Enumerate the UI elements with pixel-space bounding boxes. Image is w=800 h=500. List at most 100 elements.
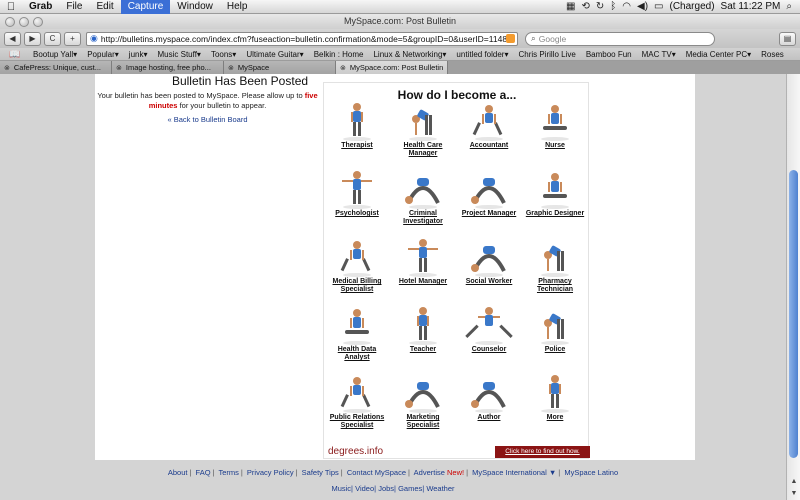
search-field[interactable]: ⌕ Google xyxy=(525,31,715,46)
footer-link-international[interactable]: MySpace International ▼ xyxy=(472,468,556,477)
bookmark-item[interactable]: Ultimate Guitar▾ xyxy=(241,50,308,59)
bookmark-item[interactable]: untitled folder▾ xyxy=(451,50,513,59)
rss-icon[interactable] xyxy=(506,34,515,43)
career-label[interactable]: Counselor xyxy=(457,346,521,354)
career-psychologist[interactable]: Psychologist xyxy=(325,167,389,218)
career-social-worker[interactable]: Social Worker xyxy=(457,235,521,286)
bookmark-item[interactable]: Toons▾ xyxy=(206,50,241,59)
bookmark-item[interactable]: Popular▾ xyxy=(82,50,124,59)
bookmark-item[interactable]: Linux & Networking▾ xyxy=(368,50,451,59)
menu-help[interactable]: Help xyxy=(220,0,255,14)
career-label[interactable]: Health Data Analyst xyxy=(325,346,389,362)
footer-link-music[interactable]: Music xyxy=(331,484,351,493)
bookmark-item[interactable]: Bamboo Fun xyxy=(581,50,637,59)
bluetooth-icon[interactable]: ᛒ xyxy=(610,1,616,12)
footer-link-about[interactable]: About xyxy=(168,468,188,477)
career-label[interactable]: Public Relations Specialist xyxy=(325,414,389,430)
timemachine-icon[interactable]: ⟲ xyxy=(582,1,590,12)
career-label[interactable]: Graphic Designer xyxy=(523,210,587,218)
ad-brand-logo[interactable]: degrees.info xyxy=(328,446,383,457)
scroll-up-arrow-icon[interactable]: ▲ xyxy=(787,476,800,488)
bookmark-item[interactable]: Chris Pirillo Live xyxy=(513,50,580,59)
career-project-manager[interactable]: Project Manager xyxy=(457,167,521,218)
career-health-data-analyst[interactable]: Health Data Analyst xyxy=(325,303,389,362)
scroll-down-arrow-icon[interactable]: ▼ xyxy=(787,488,800,500)
footer-link-terms[interactable]: Terms xyxy=(218,468,238,477)
add-bookmark-button[interactable]: + xyxy=(64,31,81,46)
footer-link-contact[interactable]: Contact MySpace xyxy=(347,468,406,477)
career-health-care-manager[interactable]: Health Care Manager xyxy=(391,99,455,158)
footer-link-weather[interactable]: Weather xyxy=(426,484,454,493)
sync-icon[interactable]: ↻ xyxy=(596,1,604,12)
bookmarks-book-icon[interactable]: 📖 xyxy=(8,49,22,60)
footer-link-games[interactable]: Games xyxy=(398,484,422,493)
career-more[interactable]: More xyxy=(523,371,587,422)
bookmark-item[interactable]: junk▾ xyxy=(124,50,153,59)
menu-window[interactable]: Window xyxy=(170,0,220,14)
career-label[interactable]: Medical Billing Specialist xyxy=(325,278,389,294)
menu-capture[interactable]: Capture xyxy=(120,0,171,14)
footer-link-safety[interactable]: Safety Tips xyxy=(302,468,339,477)
career-therapist[interactable]: Therapist xyxy=(325,99,389,150)
career-label[interactable]: Social Worker xyxy=(457,278,521,286)
vertical-scrollbar[interactable]: ▲ ▼ xyxy=(786,74,800,500)
career-label[interactable]: Project Manager xyxy=(457,210,521,218)
apple-menu-icon[interactable]:  xyxy=(0,1,22,13)
career-hotel-manager[interactable]: Hotel Manager xyxy=(391,235,455,286)
career-marketing-specialist[interactable]: Marketing Specialist xyxy=(391,371,455,430)
clock[interactable]: Sat 11:22 PM xyxy=(721,1,781,12)
career-criminal-investigator[interactable]: Criminal Investigator xyxy=(391,167,455,226)
menu-file[interactable]: File xyxy=(59,0,89,14)
tab-myspace[interactable]: ⊗ MySpace xyxy=(224,61,336,74)
footer-link-faq[interactable]: FAQ xyxy=(196,468,211,477)
menu-edit[interactable]: Edit xyxy=(89,0,120,14)
career-label[interactable]: Criminal Investigator xyxy=(391,210,455,226)
volume-icon[interactable]: ◀) xyxy=(637,1,648,12)
career-label[interactable]: Nurse xyxy=(523,142,587,150)
career-label[interactable]: Pharmacy Technician xyxy=(523,278,587,294)
menu-app-name[interactable]: Grab xyxy=(22,0,59,14)
career-nurse[interactable]: Nurse xyxy=(523,99,587,150)
career-label[interactable]: Psychologist xyxy=(325,210,389,218)
career-label[interactable]: Therapist xyxy=(325,142,389,150)
career-graphic-designer[interactable]: Graphic Designer xyxy=(523,167,587,218)
bookmark-item[interactable]: Media Center PC▾ xyxy=(681,50,756,59)
career-label[interactable]: Teacher xyxy=(391,346,455,354)
bookmark-item[interactable]: MAC TV▾ xyxy=(637,50,681,59)
footer-link-privacy[interactable]: Privacy Policy xyxy=(247,468,294,477)
career-police[interactable]: Police xyxy=(523,303,587,354)
close-tab-icon[interactable]: ⊗ xyxy=(340,64,346,72)
career-label[interactable]: Author xyxy=(457,414,521,422)
ad-cta-button[interactable]: Click here to find out how. xyxy=(495,446,590,458)
career-public-relations-specialist[interactable]: Public Relations Specialist xyxy=(325,371,389,430)
bookmark-item[interactable]: Roses xyxy=(756,50,789,59)
back-button[interactable]: ◀ xyxy=(4,31,21,46)
forward-button[interactable]: ▶ xyxy=(24,31,41,46)
footer-link-advertise[interactable]: Advertise xyxy=(414,468,445,477)
career-pharmacy-technician[interactable]: Pharmacy Technician xyxy=(523,235,587,294)
scrollbar-thumb[interactable] xyxy=(789,170,798,458)
battery-icon[interactable]: ▭ xyxy=(654,1,663,12)
bookmark-item[interactable]: Bootup Yall▾ xyxy=(28,50,82,59)
career-label[interactable]: More xyxy=(523,414,587,422)
career-label[interactable]: Marketing Specialist xyxy=(391,414,455,430)
career-label[interactable]: Health Care Manager xyxy=(391,142,455,158)
career-label[interactable]: Accountant xyxy=(457,142,521,150)
wifi-icon[interactable]: ◠ xyxy=(622,1,631,12)
print-button[interactable]: ▤ xyxy=(779,31,796,46)
close-tab-icon[interactable]: ⊗ xyxy=(4,64,10,72)
bookmark-item[interactable]: Belkin : Home xyxy=(309,50,369,59)
footer-link-jobs[interactable]: Jobs xyxy=(378,484,394,493)
bookmark-item[interactable]: Music Stuff▾ xyxy=(153,50,206,59)
tab-cafepress[interactable]: ⊗ CafePress: Unique, cust... xyxy=(0,61,112,74)
back-to-bulletin-board-link[interactable]: « Back to Bulletin Board xyxy=(95,115,320,124)
close-tab-icon[interactable]: ⊗ xyxy=(116,64,122,72)
career-counselor[interactable]: Counselor xyxy=(457,303,521,354)
degrees-ad-banner[interactable]: How do I become a... Therapist Health Car… xyxy=(323,82,590,459)
tab-post-bulletin[interactable]: ⊗ MySpace.com: Post Bulletin xyxy=(336,61,448,74)
close-tab-icon[interactable]: ⊗ xyxy=(228,64,234,72)
tab-image-hosting[interactable]: ⊗ Image hosting, free pho... xyxy=(112,61,224,74)
grid-icon[interactable]: ▦ xyxy=(566,1,575,12)
spotlight-icon[interactable]: ⌕ xyxy=(786,1,792,12)
career-medical-billing-specialist[interactable]: Medical Billing Specialist xyxy=(325,235,389,294)
